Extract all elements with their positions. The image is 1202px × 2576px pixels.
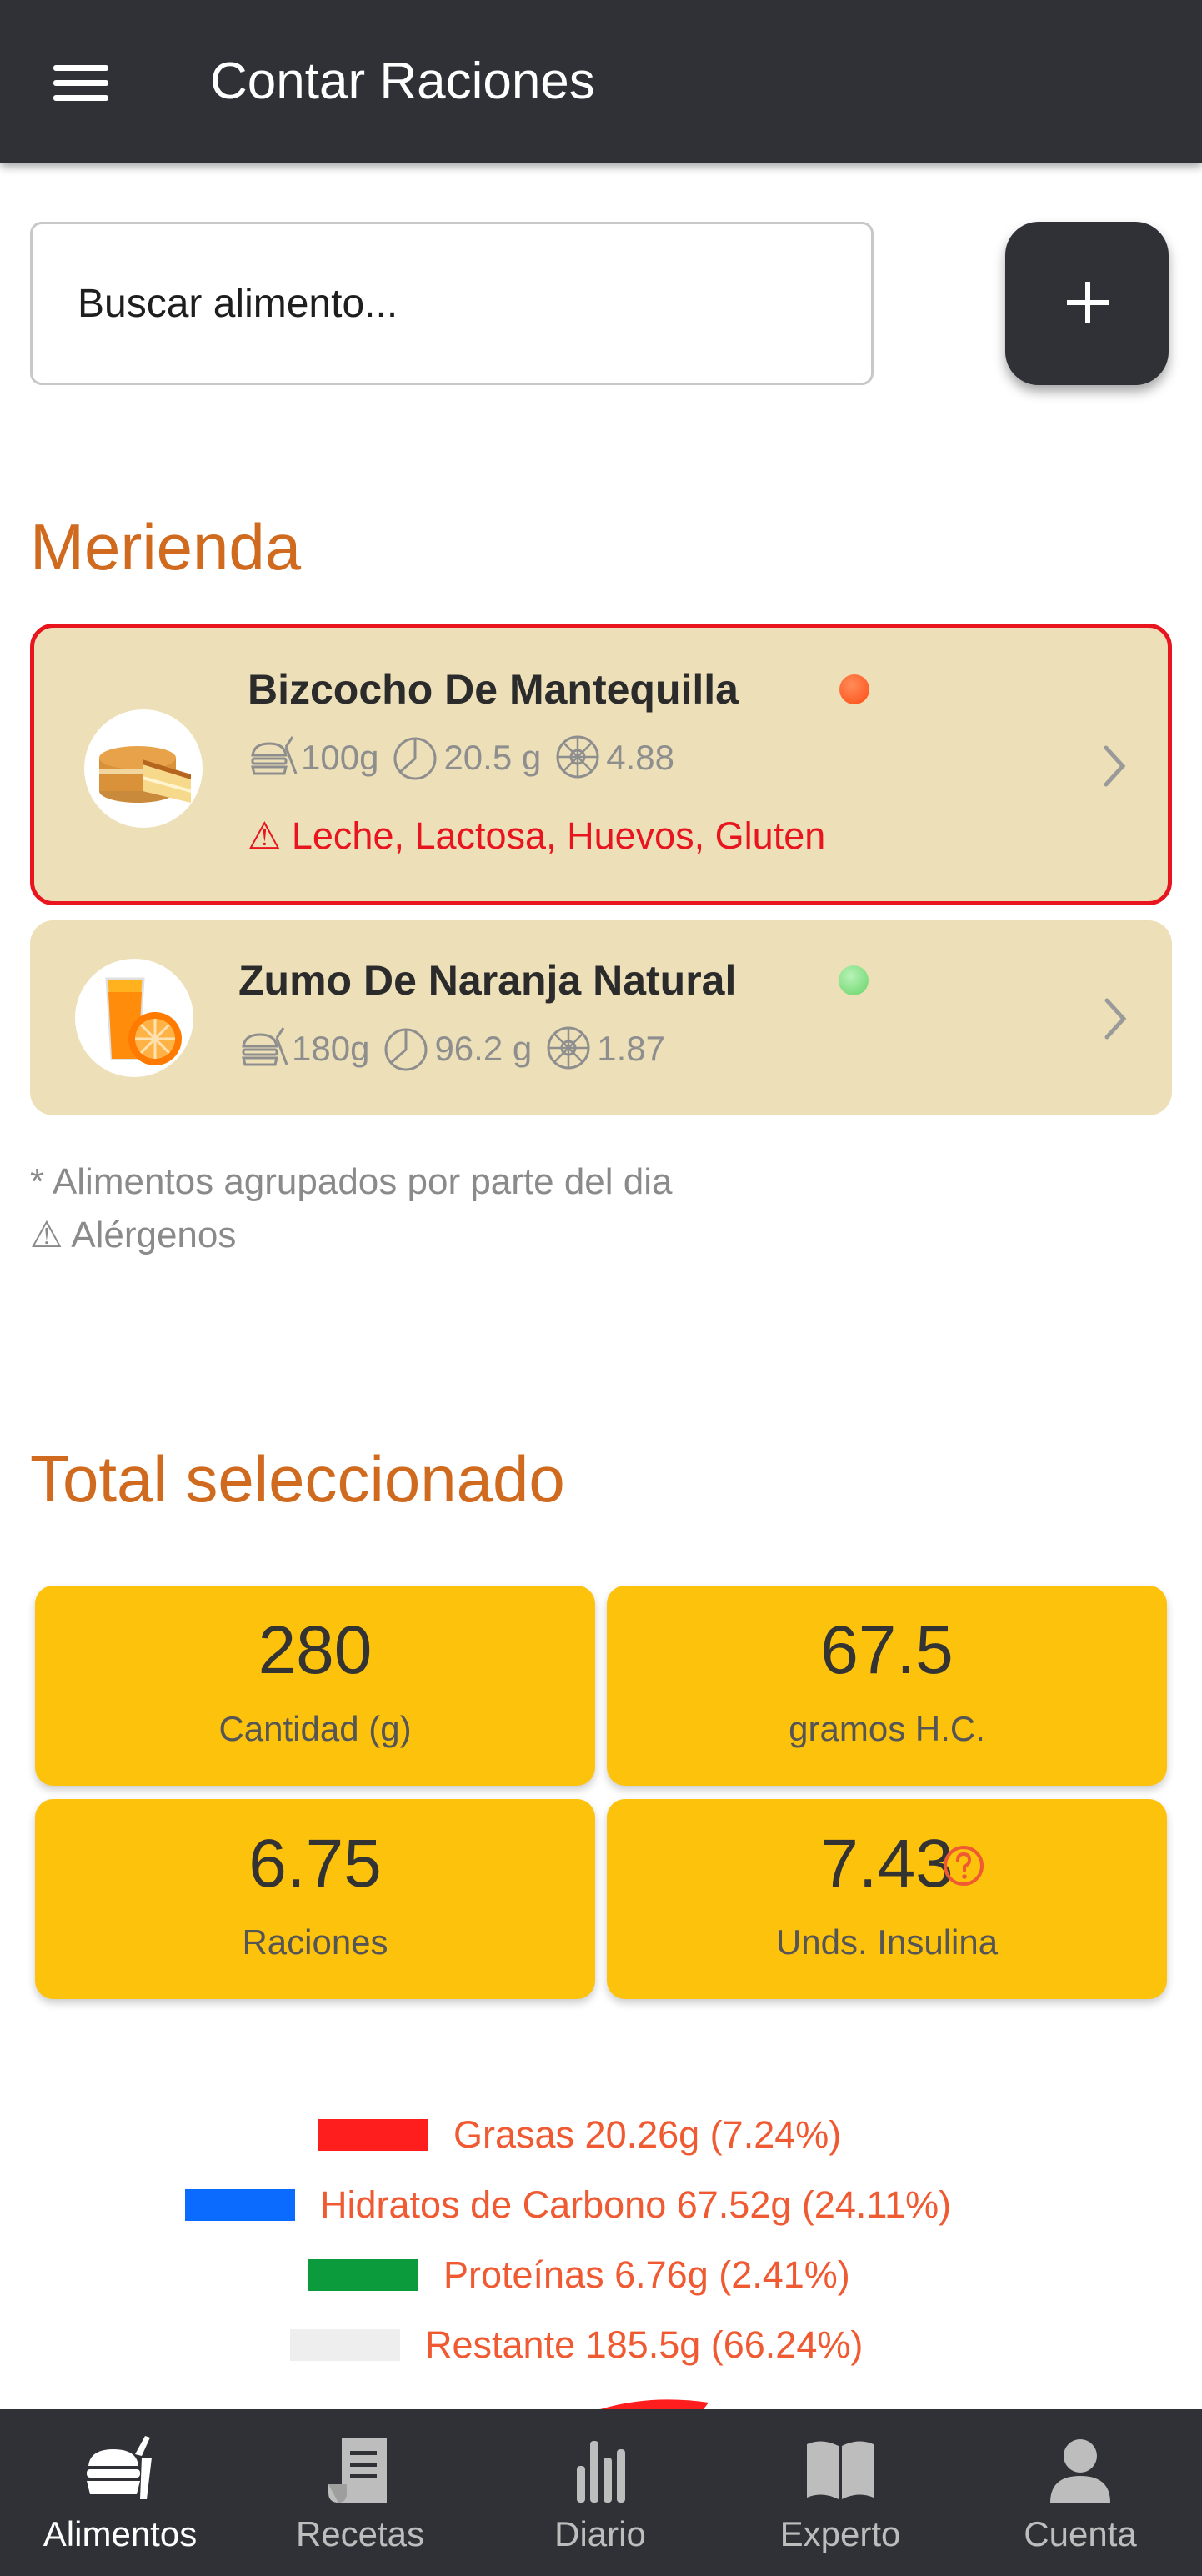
quantity-tile: 280 Cantidad (g): [35, 1586, 595, 1786]
book-icon: [807, 2441, 874, 2499]
insulin-tile: 7.43 Unds. Insulina: [607, 1799, 1167, 1999]
food-name: Bizcocho De Mantequilla: [248, 666, 739, 713]
legend-label: Restante 185.5g (66.24%): [425, 2323, 864, 2366]
legend-swatch: [290, 2329, 400, 2361]
bottom-navigation: Alimentos Recetas Diario Experto Cuenta: [0, 2409, 1202, 2576]
ration-wheel-icon: [556, 735, 599, 779]
legend-swatch: [318, 2119, 428, 2151]
ration-wheel-icon: [547, 1026, 590, 1070]
search-box: [30, 222, 874, 385]
allergen-note: ⚠ Alérgenos: [30, 1215, 237, 1255]
nav-label: Cuenta: [1024, 2514, 1137, 2553]
nav-label: Alimentos: [43, 2514, 198, 2553]
tile-value: 7.43: [820, 1826, 954, 1902]
nav-label: Recetas: [295, 2514, 425, 2553]
food-card[interactable]: Bizcocho De Mantequilla 100g 20.5 g 4.88: [30, 624, 1172, 905]
orange-juice-icon: [75, 959, 193, 1077]
nav-tab-recetas[interactable]: Recetas: [240, 2409, 480, 2576]
page-title: Contar Raciones: [210, 53, 595, 110]
food-stats: 100g 20.5 g 4.88: [248, 731, 686, 784]
carbs-tile: 67.5 gramos H.C.: [607, 1586, 1167, 1786]
nav-tab-experto[interactable]: Experto: [720, 2409, 960, 2576]
nav-tab-alimentos[interactable]: Alimentos: [0, 2409, 240, 2576]
allergen-list: ⚠ Leche, Lactosa, Huevos, Gluten: [248, 811, 825, 861]
legend-label: Hidratos de Carbono 67.52g (24.11%): [320, 2183, 952, 2226]
legend-item-proteins: Proteínas 6.76g (2.41%): [0, 2248, 1202, 2303]
chevron-right-icon: [1104, 998, 1127, 1040]
food-rations: 1.87: [597, 1029, 665, 1068]
legend-item-fats: Grasas 20.26g (7.24%): [0, 2107, 1202, 2163]
app: Contar Raciones Merienda Bizcocho De Man…: [0, 0, 1202, 2576]
hamburger-menu-icon[interactable]: [53, 65, 108, 102]
app-header: Contar Raciones: [0, 0, 1202, 163]
allergen-text: Leche, Lactosa, Huevos, Gluten: [291, 814, 826, 857]
legend-item-carbs: Hidratos de Carbono 67.52g (24.11%): [0, 2178, 1202, 2233]
food-name: Zumo De Naranja Natural: [238, 957, 737, 1004]
legend-swatch: [185, 2189, 295, 2221]
legend-item-remaining: Restante 185.5g (66.24%): [0, 2318, 1202, 2373]
warning-icon: ⚠: [248, 814, 282, 857]
nav-tab-cuenta[interactable]: Cuenta: [960, 2409, 1200, 2576]
search-input[interactable]: [33, 224, 871, 383]
food-weight: 100g: [301, 738, 379, 777]
pie-chart-icon: [393, 737, 437, 780]
legend-label: Grasas 20.26g (7.24%): [453, 2113, 842, 2156]
tile-label: Unds. Insulina: [775, 1922, 999, 1962]
rations-tile: 6.75 Raciones: [35, 1799, 595, 1999]
tile-label: Cantidad (g): [218, 1709, 412, 1748]
tile-value: 67.5: [820, 1612, 954, 1688]
cake-icon: [84, 709, 203, 828]
food-icon: [87, 2436, 152, 2499]
nav-label: Experto: [779, 2514, 901, 2553]
tile-value: 6.75: [248, 1826, 382, 1902]
chart-bars-icon: [577, 2441, 625, 2503]
grouping-note: * Alimentos agrupados por parte del dia: [30, 1161, 673, 1202]
food-weight: 180g: [292, 1029, 370, 1068]
chevron-right-icon: [1104, 745, 1126, 787]
user-icon: [1050, 2439, 1110, 2503]
burger-icon: [251, 736, 298, 775]
help-question-icon[interactable]: [942, 1844, 985, 1887]
nav-tab-diario[interactable]: Diario: [480, 2409, 720, 2576]
pie-chart-icon: [384, 1028, 428, 1071]
nav-label: Diario: [554, 2514, 646, 2553]
food-carbs: 20.5 g: [443, 738, 542, 777]
legend-label: Proteínas 6.76g (2.41%): [443, 2253, 850, 2296]
recipe-icon: [328, 2438, 387, 2503]
food-card[interactable]: Zumo De Naranja Natural 180g 96.2 g 1.87: [30, 920, 1172, 1115]
tile-label: gramos H.C.: [789, 1709, 985, 1748]
tile-label: Raciones: [242, 1922, 388, 1962]
status-dot: [839, 965, 869, 995]
add-food-button[interactable]: [1005, 222, 1169, 385]
totals-section-title: Total seleccionado: [30, 1442, 565, 1516]
meal-section-title: Merienda: [30, 510, 302, 584]
tile-value: 280: [258, 1612, 373, 1688]
legend-swatch: [308, 2259, 418, 2291]
burger-icon: [242, 1027, 288, 1066]
food-carbs: 96.2 g: [434, 1029, 533, 1068]
status-dot: [839, 674, 869, 704]
food-stats: 180g 96.2 g 1.87: [238, 1022, 677, 1075]
food-rations: 4.88: [606, 738, 674, 777]
